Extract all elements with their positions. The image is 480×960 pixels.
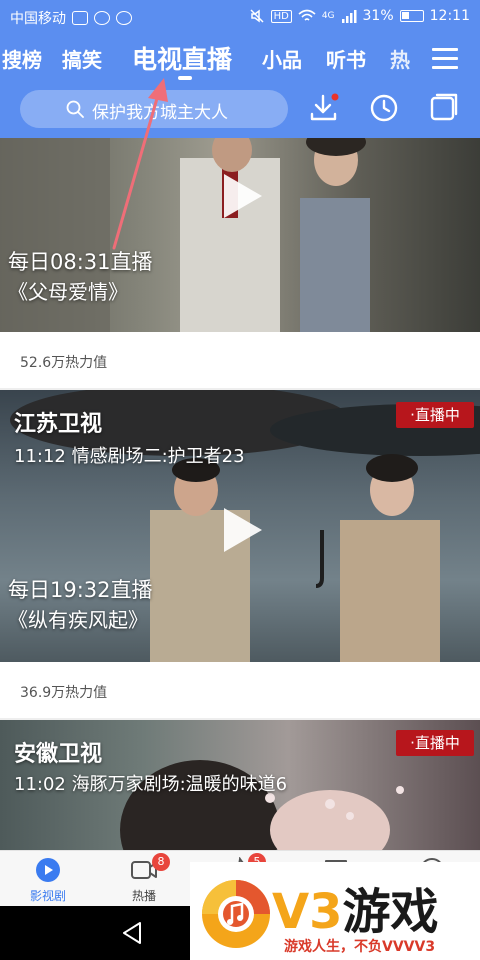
- play-circle-icon: [36, 858, 60, 882]
- tab-hot[interactable]: 热: [390, 44, 410, 73]
- video-card-thumbnail[interactable]: 每日08:31直播 《父母爱情》: [0, 138, 480, 332]
- watermark-slogan: 游戏人生，不负VVVV3: [284, 939, 436, 955]
- search-placeholder: 保护我方城主大人: [92, 103, 228, 123]
- battery-icon: [399, 10, 424, 22]
- app-header: 中国移动 HD 4G 31% 12:11 搜榜 搞笑 电视直播 小品 听书 热 …: [0, 0, 480, 138]
- nav-label: 热播: [131, 889, 156, 903]
- message-icon: [94, 11, 110, 25]
- channel-name: 江苏卫视: [14, 412, 103, 437]
- nav-label: 影视剧: [29, 889, 66, 903]
- play-icon[interactable]: [220, 172, 264, 220]
- wifi-icon: [298, 9, 316, 21]
- battery-percent: 31%: [362, 8, 394, 24]
- tab-soubang[interactable]: 搜榜: [2, 44, 42, 73]
- current-program: 11:12 情感剧场二:护卫者23: [14, 446, 245, 467]
- watermark-brand: V3游戏: [272, 872, 439, 942]
- back-icon[interactable]: [120, 920, 144, 946]
- card-schedule: 每日19:32直播: [8, 578, 153, 602]
- card-meta: 52.6万热力值: [0, 332, 480, 390]
- mute-icon: [250, 9, 264, 23]
- video-card-thumbnail[interactable]: 安徽卫视 11:02 海豚万家剧场:温暖的味道6 ·直播中: [0, 720, 480, 850]
- tab-audiobook[interactable]: 听书: [326, 44, 366, 73]
- watermark: V3游戏 游戏人生，不负VVVV3: [190, 862, 480, 960]
- search-icon: [66, 100, 84, 118]
- status-bar: 中国移动 HD 4G 31% 12:11: [0, 0, 480, 34]
- clock: 12:11: [429, 8, 470, 24]
- tab-funny[interactable]: 搞笑: [62, 44, 102, 73]
- nav-item-movies[interactable]: 影视剧: [0, 851, 96, 907]
- status-left: 中国移动: [10, 8, 132, 28]
- wechat-icon: [116, 11, 132, 25]
- channel-name: 安徽卫视: [14, 742, 103, 767]
- live-badge: ·直播中: [396, 402, 474, 428]
- play-icon[interactable]: [220, 506, 264, 554]
- hd-tag: HD: [270, 9, 292, 23]
- video-card-thumbnail[interactable]: 江苏卫视 11:12 情感剧场二:护卫者23 ·直播中 每日19:32直播 《纵…: [0, 390, 480, 662]
- network-type: 4G: [321, 11, 335, 21]
- history-icon[interactable]: [368, 92, 400, 124]
- status-right: HD 4G 31% 12:11: [249, 8, 470, 24]
- current-program: 11:02 海豚万家剧场:温暖的味道6: [14, 774, 288, 795]
- music-disc-logo-icon: [202, 880, 270, 948]
- watermark-game: 游戏: [342, 884, 439, 940]
- app-notification-icon: [72, 11, 88, 25]
- search-bar[interactable]: 保护我方城主大人: [20, 90, 288, 128]
- heat-value: 52.6万热力值: [20, 355, 108, 371]
- card-meta: 36.9万热力值: [0, 662, 480, 720]
- tab-tv-live[interactable]: 电视直播: [132, 40, 232, 76]
- nav-badge: 8: [152, 853, 170, 871]
- nav-item-hot[interactable]: 8 热播: [96, 851, 192, 907]
- category-tabs: 搜榜 搞笑 电视直播 小品 听书 热: [0, 40, 480, 80]
- active-tab-indicator: [178, 76, 192, 80]
- tab-sketch[interactable]: 小品: [262, 44, 302, 73]
- menu-icon[interactable]: [432, 48, 458, 70]
- card-schedule: 每日08:31直播: [8, 250, 153, 274]
- card-show-title: 《纵有疾风起》: [8, 608, 148, 632]
- window-icon[interactable]: [428, 92, 460, 124]
- watermark-v3: V3: [272, 884, 343, 940]
- live-badge: ·直播中: [396, 730, 474, 756]
- download-icon[interactable]: [308, 92, 340, 124]
- card-show-title: 《父母爱情》: [8, 280, 128, 304]
- carrier-label: 中国移动: [10, 11, 66, 27]
- heat-value: 36.9万热力值: [20, 685, 108, 701]
- signal-icon: [341, 10, 357, 23]
